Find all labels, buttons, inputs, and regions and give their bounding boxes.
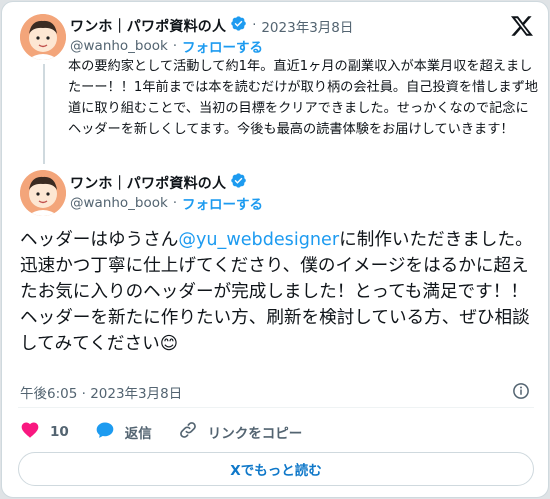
reply-button[interactable]: 返信 — [95, 420, 152, 444]
mention-link[interactable]: @yu_webdesigner — [178, 230, 339, 250]
read-more-button[interactable]: Xでもっと読む — [18, 452, 534, 486]
info-icon[interactable] — [512, 382, 530, 404]
smile-emoji: 😊 — [159, 334, 179, 354]
quoted-tweet-text: 本の要約家として活動して約1年。直近1ヶ月の副業収入が本業月収を超えましたーー！… — [68, 59, 538, 137]
display-name[interactable]: ワンホ｜パワポ資料の人 — [70, 173, 226, 193]
verified-badge-icon — [230, 172, 247, 193]
like-button[interactable]: 10 — [20, 420, 69, 444]
heart-icon — [20, 420, 40, 444]
reply-bubble-icon — [95, 420, 115, 444]
action-bar: 10 返信 リンクをコピー — [20, 420, 328, 444]
follow-button[interactable]: フォローする — [182, 36, 263, 56]
tweet-text: ヘッダーはゆうさん@yu_webdesignerに制作いただきました。迅速かつ丁… — [20, 227, 535, 357]
copy-link-label: リンクをコピー — [207, 426, 303, 442]
x-logo-icon[interactable] — [510, 14, 534, 42]
avatar[interactable] — [20, 14, 66, 60]
verified-badge-icon — [230, 15, 247, 36]
tweet-text-start: ヘッダーはゆうさん — [20, 230, 179, 250]
follow-button[interactable]: フォローする — [182, 193, 263, 213]
reply-label: 返信 — [124, 426, 152, 442]
user-handle[interactable]: @wanho_book — [70, 195, 168, 211]
divider — [18, 407, 534, 408]
link-icon — [178, 420, 198, 444]
tweet-date[interactable]: 2023年3月8日 — [261, 16, 353, 36]
copy-link-button[interactable]: リンクをコピー — [178, 420, 303, 444]
tweet-embed-card: ワンホ｜パワポ資料の人 · 2023年3月8日 @wanho_book · フォ… — [1, 1, 549, 498]
like-count: 10 — [50, 424, 69, 440]
avatar[interactable] — [20, 170, 66, 216]
separator-dot: · — [252, 18, 257, 33]
separator-dot: · — [172, 195, 177, 211]
display-name[interactable]: ワンホ｜パワポ資料の人 — [70, 16, 226, 36]
user-handle[interactable]: @wanho_book — [70, 38, 168, 54]
tweet-timestamp[interactable]: 午後6:05 · 2023年3月8日 — [20, 382, 182, 402]
read-more-label: Xでもっと読む — [230, 463, 322, 479]
separator-dot: · — [172, 38, 177, 54]
thread-line — [43, 64, 45, 164]
